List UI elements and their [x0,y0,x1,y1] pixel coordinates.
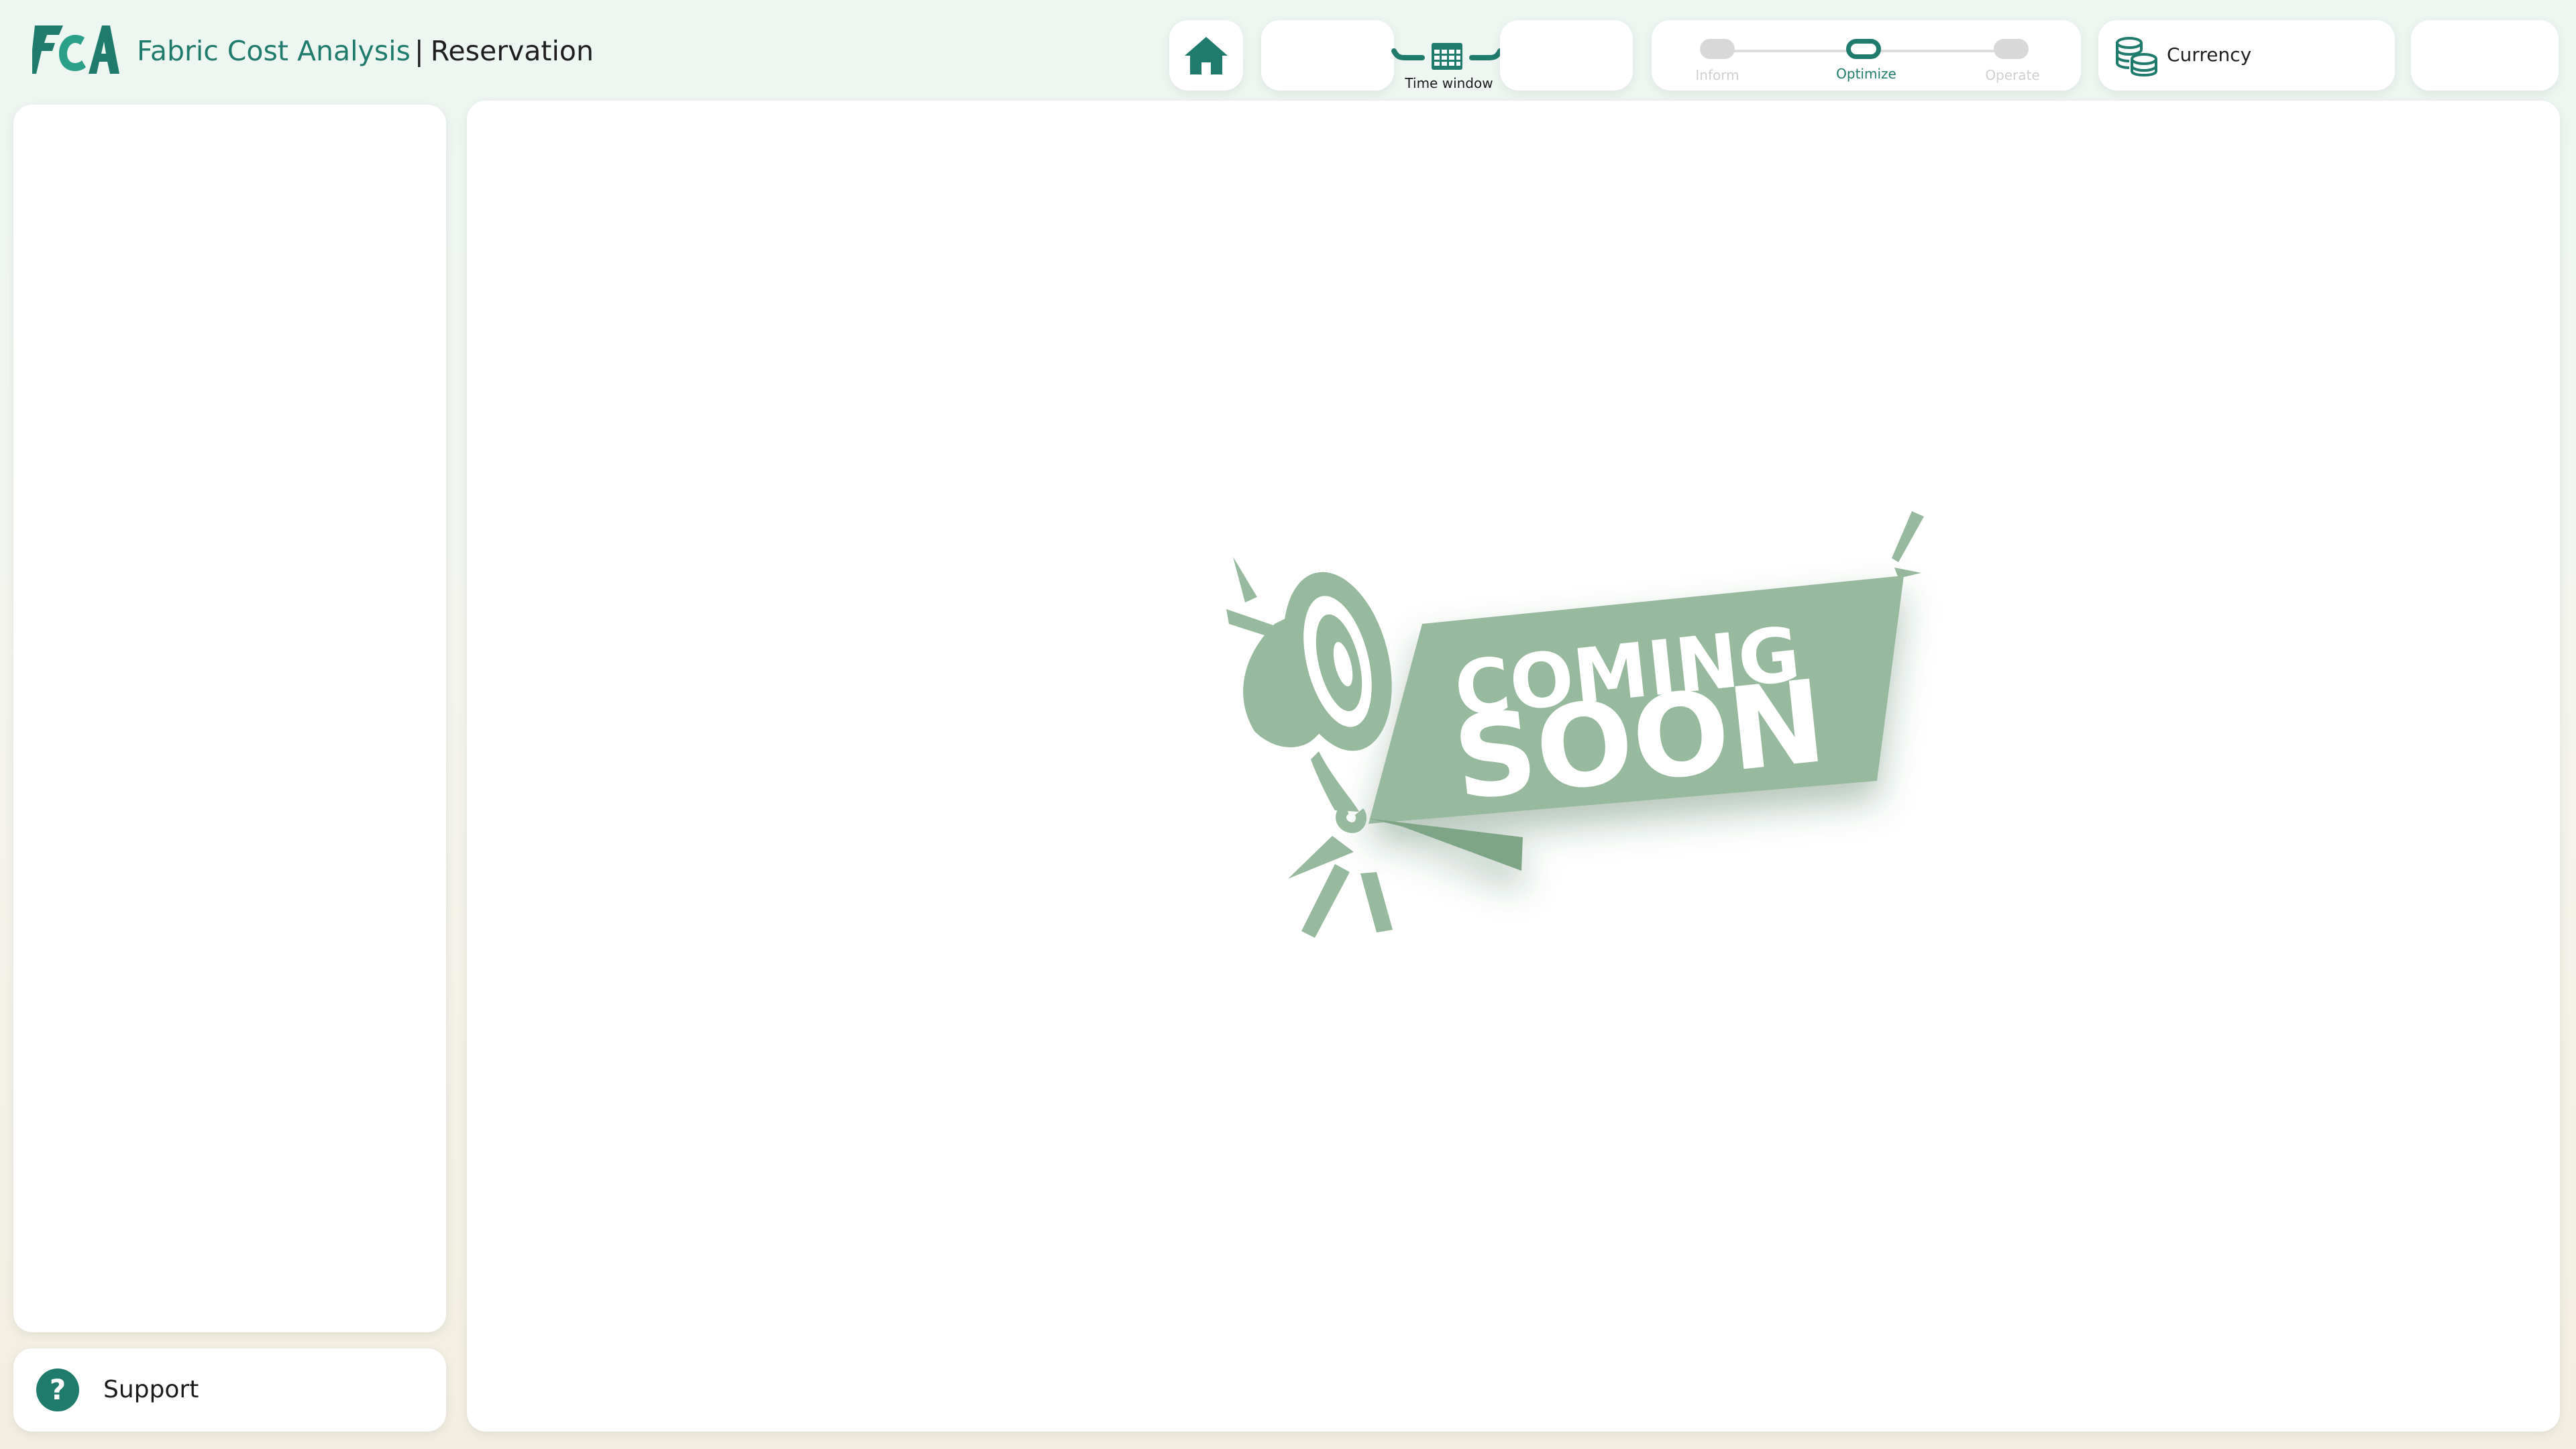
currency-label: Currency [2167,44,2252,66]
coming-soon-banner: COMING SOON [1226,511,1924,938]
coins-icon [2116,37,2157,76]
app-name: Fabric Cost Analysis [137,35,411,67]
home-icon [1185,36,1228,74]
calendar-icon [1432,43,1462,70]
time-window-connector [1391,43,1503,70]
header-action-button[interactable] [2411,20,2559,91]
support-label: Support [103,1376,199,1403]
step-inform-dot[interactable] [1700,39,1735,59]
home-button[interactable] [1169,20,1243,91]
app-title: Fabric Cost Analysis | Reservation [137,31,594,71]
step-optimize-dot[interactable] [1846,39,1881,59]
end-date-picker[interactable] [1500,20,1633,91]
fca-logo [32,25,119,74]
help-icon: ? [36,1368,79,1411]
page-title: Reservation [430,35,594,67]
sidebar-panel [13,105,446,1332]
step-operate-label[interactable]: Operate [1959,67,2066,83]
phase-stepper: Inform Optimize Operate [1652,20,2081,91]
support-button[interactable]: ? Support [13,1348,446,1432]
step-inform-label[interactable]: Inform [1664,67,1771,83]
start-date-picker[interactable] [1261,20,1394,91]
title-separator: | [414,35,424,67]
step-optimize-label[interactable]: Optimize [1813,66,1920,82]
step-operate-dot[interactable] [1994,39,2029,59]
currency-selector[interactable]: Currency [2098,20,2395,91]
time-window-label: Time window [1405,75,1493,91]
